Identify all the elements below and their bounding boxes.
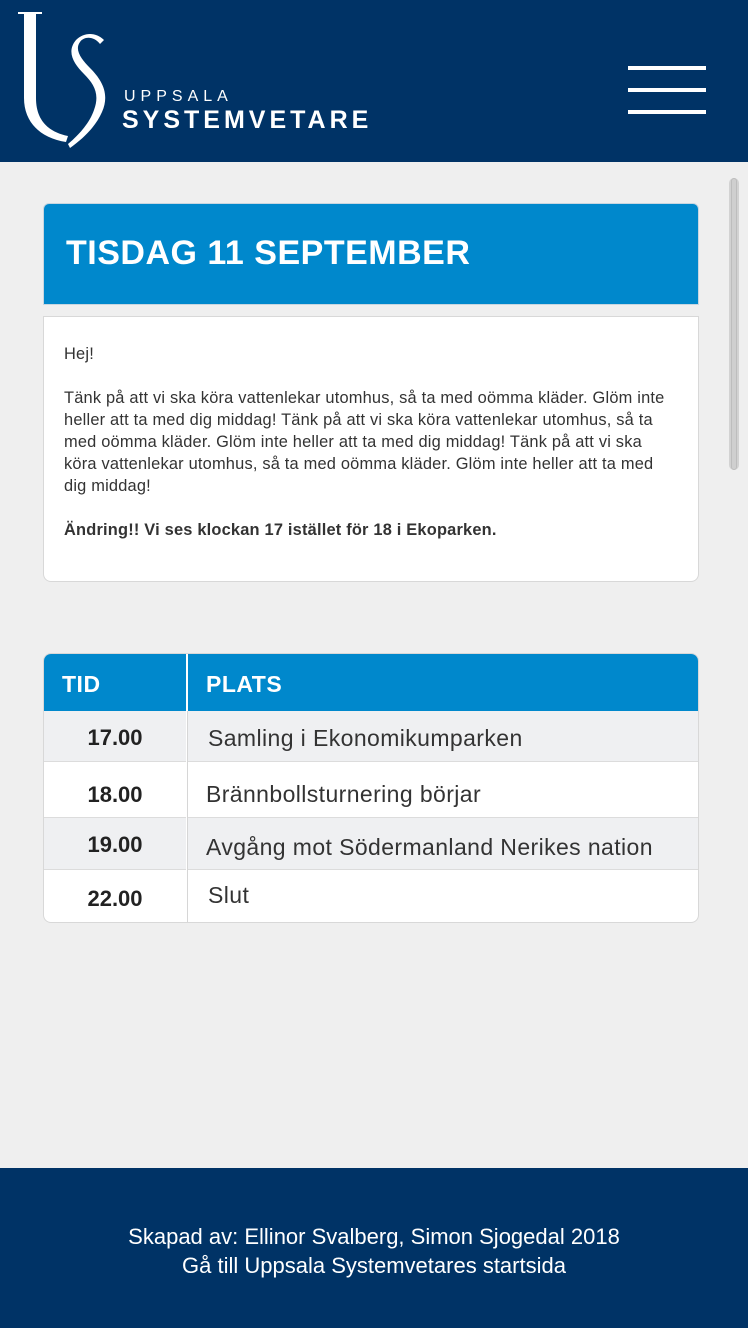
row-place: Slut [208,882,250,908]
scrollbar-thumb[interactable] [731,178,737,470]
site-footer: Skapad av: Ellinor Svalberg, Simon Sjoge… [0,1168,748,1328]
row-place: Avgång mot Södermanland Nerikes nation [206,834,653,860]
message-body: Tänk på att vi ska köra vattenlekar utom… [64,389,665,495]
scrollbar[interactable] [729,178,739,470]
menu-bar-middle [628,88,706,92]
site-logo[interactable]: UPPSALA SYSTEMVETARE [14,8,414,154]
event-title-card: TISDAG 11 SEPTEMBER [43,203,699,305]
logo-text-bottom: SYSTEMVETARE [122,106,373,134]
row-place: Brännbollsturnering börjar [206,781,482,807]
column-separator-line [187,711,188,922]
event-title: TISDAG 11 SEPTEMBER [66,234,471,272]
logo-text-top: UPPSALA [124,88,233,105]
us-monogram-icon [18,12,106,148]
hamburger-icon[interactable] [626,64,708,116]
row-place: Samling i Ekonomikumparken [208,725,523,751]
table-row: 18.00 Brännbollsturnering börjar [44,762,698,818]
footer-credit: Skapad av: Ellinor Svalberg, Simon Sjoge… [128,1224,620,1249]
event-message-card: Hej! Tänk på att vi ska köra vattenlekar… [43,316,699,582]
message-change-note: Ändring!! Vi ses klockan 17 istället för… [64,521,497,539]
schedule-header-row: TID PLATS [44,654,698,711]
home-link[interactable]: Gå till Uppsala Systemvetares startsida [0,1253,748,1279]
row-time: 18.00 [87,782,143,807]
row-time: 19.00 [87,832,143,857]
table-row: 22.00 Slut [44,870,698,922]
schedule-table: TID PLATS 17.00 Samling i Ekonomikumpark… [43,653,699,923]
page: UPPSALA SYSTEMVETARE TISDAG 11 SEPTEMBER… [0,0,748,1328]
row-time: 22.00 [87,886,143,911]
header-time: TID [62,671,101,697]
row-time: 17.00 [87,725,143,750]
table-row: 17.00 Samling i Ekonomikumparken [44,711,698,762]
menu-bar-bottom [628,110,706,114]
message-greeting: Hej! [64,345,94,363]
table-row: 19.00 Avgång mot Södermanland Nerikes na… [44,818,698,870]
menu-bar-top [628,66,706,70]
site-header: UPPSALA SYSTEMVETARE [0,0,748,162]
header-place: PLATS [206,671,283,697]
